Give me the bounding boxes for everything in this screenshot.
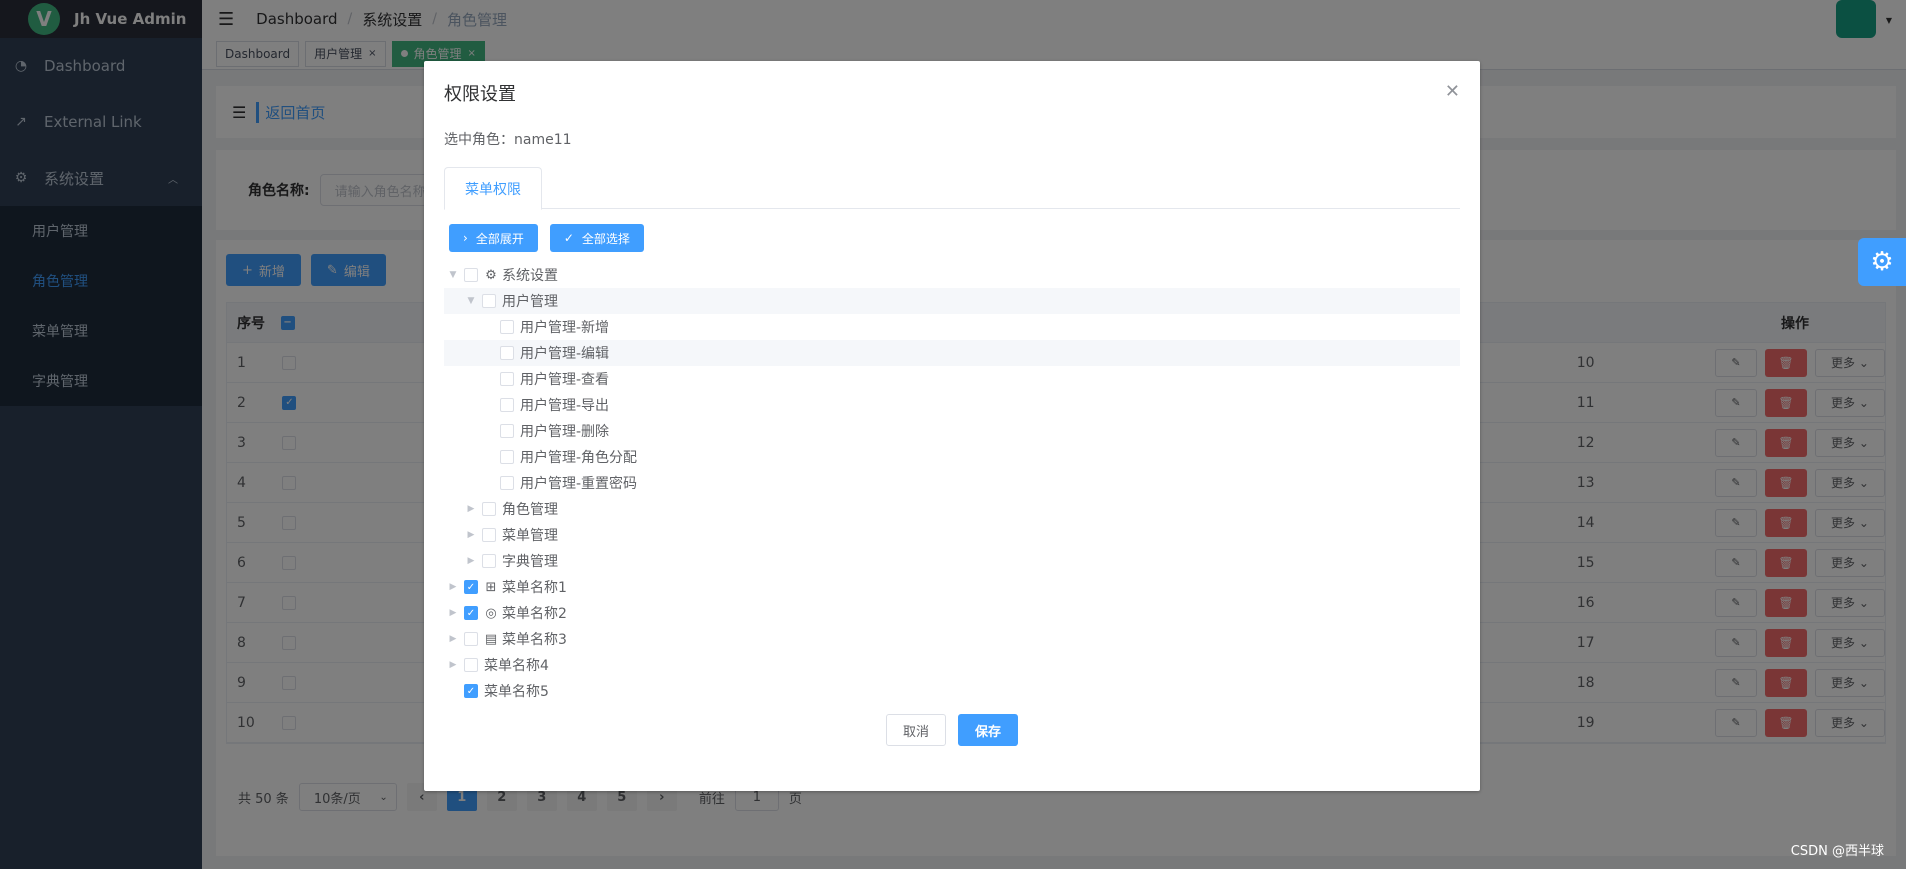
tree-node[interactable]: ▶ ✓ ⊞ 菜单名称1 [444, 574, 1460, 600]
tree-node-label: 角色管理 [502, 502, 558, 518]
caret-right-icon[interactable]: ▶ [462, 504, 480, 514]
tree-node-label: 用户管理-删除 [520, 424, 610, 440]
tree-node[interactable]: 用户管理-重置密码 [444, 470, 1460, 496]
caret-down-icon[interactable]: ▼ [462, 296, 480, 306]
tree-node[interactable]: ✓ 菜单名称5 [444, 678, 1460, 704]
gear-icon: ⚙ [1870, 247, 1894, 277]
tree-node[interactable]: ▼ 用户管理 [444, 288, 1460, 314]
tree-node-label: 系统设置 [502, 268, 558, 284]
tree-node-checkbox[interactable]: ✓ [464, 606, 478, 620]
expand-all-button[interactable]: › 全部展开 [449, 224, 538, 252]
tree-node[interactable]: ▼ ⚙ 系统设置 [444, 262, 1460, 288]
select-all-label: 全部选择 [581, 231, 630, 246]
tree-node-checkbox[interactable]: ✓ [464, 580, 478, 594]
tree-node-checkbox[interactable]: ✓ [464, 684, 478, 698]
caret-right-icon[interactable]: ▶ [444, 582, 462, 592]
check-icon: ✓ [563, 231, 574, 245]
tree-node-label: 菜单名称1 [502, 580, 567, 596]
caret-right-icon[interactable]: ▶ [462, 530, 480, 540]
tree-node-label: 用户管理 [502, 294, 558, 310]
caret-right-icon[interactable]: ▶ [444, 634, 462, 644]
tree-node-checkbox[interactable] [500, 398, 514, 412]
caret-down-icon[interactable]: ▼ [444, 270, 462, 280]
tree-node-label: 用户管理-角色分配 [520, 450, 638, 466]
tree-node-label: 菜单名称4 [484, 658, 549, 674]
settings-float-button[interactable]: ⚙ [1858, 238, 1906, 286]
document-icon: ▤ [484, 631, 498, 647]
tree-node[interactable]: 用户管理-新增 [444, 314, 1460, 340]
tree-node-label: 用户管理-重置密码 [520, 476, 638, 492]
permission-dialog: 权限设置 ✕ 选中角色：name11 菜单权限 › 全部展开 ✓ 全部选择 ▼ ⚙ 系统… [424, 61, 1480, 791]
tree-node-label: 菜单管理 [502, 528, 558, 544]
tree-node-label: 用户管理-导出 [520, 398, 610, 414]
tree-node-checkbox[interactable] [500, 476, 514, 490]
close-icon[interactable]: ✕ [1445, 81, 1460, 102]
chevron-right-icon: › [463, 231, 468, 245]
tree-node[interactable]: ▶ 菜单名称4 [444, 652, 1460, 678]
select-all-button[interactable]: ✓ 全部选择 [549, 224, 644, 252]
tree-node[interactable]: 用户管理-角色分配 [444, 444, 1460, 470]
tree-node[interactable]: 用户管理-查看 [444, 366, 1460, 392]
tree-node-checkbox[interactable] [500, 320, 514, 334]
tree-node-checkbox[interactable] [482, 294, 496, 308]
tree-node[interactable]: 用户管理-导出 [444, 392, 1460, 418]
tree-node[interactable]: ▶ ▤ 菜单名称3 [444, 626, 1460, 652]
tab-menu-permission[interactable]: 菜单权限 [444, 167, 542, 210]
tree-node-label: 用户管理-查看 [520, 372, 610, 388]
selected-role: 选中角色：name11 [444, 132, 572, 148]
tree-node-checkbox[interactable] [500, 424, 514, 438]
tree-node[interactable]: ▶ ✓ ◎ 菜单名称2 [444, 600, 1460, 626]
dialog-title: 权限设置 [444, 84, 516, 105]
caret-right-icon[interactable]: ▶ [462, 556, 480, 566]
tree-node-checkbox[interactable] [500, 450, 514, 464]
tree-node-label: 用户管理-编辑 [520, 346, 610, 362]
caret-right-icon[interactable]: ▶ [444, 660, 462, 670]
expand-all-label: 全部展开 [475, 231, 524, 246]
watermark: CSDN @西半球 [1790, 844, 1884, 859]
tree-icon: ⊞ [485, 579, 497, 595]
tree-node-checkbox[interactable] [464, 268, 478, 282]
tree-node-checkbox[interactable] [464, 658, 478, 672]
gear-icon: ⚙ [485, 267, 497, 283]
caret-right-icon[interactable]: ▶ [444, 608, 462, 618]
tree-node-checkbox[interactable] [482, 502, 496, 516]
tree-node-label: 字典管理 [502, 554, 558, 570]
tree-node-label: 菜单名称5 [484, 684, 549, 700]
tree-node-label: 菜单名称2 [502, 606, 567, 622]
tree-node-label: 用户管理-新增 [520, 320, 610, 336]
cancel-button[interactable]: 取消 [885, 714, 946, 746]
tree-node[interactable]: 用户管理-删除 [444, 418, 1460, 444]
tree-node-checkbox[interactable] [464, 632, 478, 646]
tree-node-checkbox[interactable] [500, 346, 514, 360]
tree-node-checkbox[interactable] [500, 372, 514, 386]
save-button[interactable]: 保存 [958, 714, 1019, 746]
lifebuoy-icon: ◎ [485, 605, 497, 621]
tree-node-checkbox[interactable] [482, 554, 496, 568]
tree-node-label: 菜单名称3 [502, 632, 567, 648]
tree-node[interactable]: 用户管理-编辑 [444, 340, 1460, 366]
permission-tree: ▼ ⚙ 系统设置 ▼ 用户管理 用户管理-新增 用户管理-编辑 用户管理-查看 用户管理-导出用… [444, 262, 1460, 704]
tree-node[interactable]: ▶ 角色管理 [444, 496, 1460, 522]
tree-node-checkbox[interactable] [482, 528, 496, 542]
dialog-tabs: 菜单权限 [444, 167, 1460, 210]
tree-node[interactable]: ▶ 菜单管理 [444, 522, 1460, 548]
tree-node[interactable]: ▶ 字典管理 [444, 548, 1460, 574]
